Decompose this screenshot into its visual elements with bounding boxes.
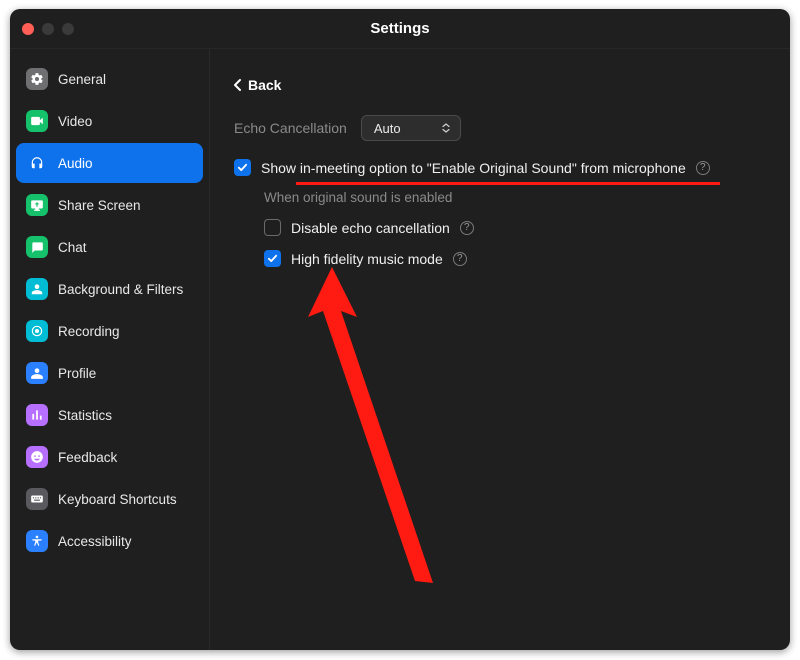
recording-icon	[26, 320, 48, 342]
gear-icon	[26, 68, 48, 90]
sidebar-item-label: Profile	[58, 366, 96, 381]
sidebar-item-chat[interactable]: Chat	[16, 227, 203, 267]
sidebar-item-label: Recording	[58, 324, 120, 339]
hifi-music-row: High fidelity music mode ?	[264, 250, 766, 267]
profile-icon	[26, 362, 48, 384]
chat-icon	[26, 236, 48, 258]
sidebar-item-label: Accessibility	[58, 534, 132, 549]
sidebar-item-accessibility[interactable]: Accessibility	[16, 521, 203, 561]
video-icon	[26, 110, 48, 132]
sidebar: General Video Audio Share Screen Chat Backgro…	[10, 49, 210, 650]
sidebar-item-background-filters[interactable]: Background & Filters	[16, 269, 203, 309]
background-icon	[26, 278, 48, 300]
disable-echo-row: Disable echo cancellation ?	[264, 219, 766, 236]
sidebar-item-profile[interactable]: Profile	[16, 353, 203, 393]
show-original-sound-checkbox[interactable]	[234, 159, 251, 176]
window-controls	[22, 23, 74, 35]
help-icon[interactable]: ?	[696, 161, 710, 175]
sidebar-item-label: Audio	[58, 156, 93, 171]
keyboard-icon	[26, 488, 48, 510]
sidebar-item-label: Feedback	[58, 450, 117, 465]
sidebar-item-share-screen[interactable]: Share Screen	[16, 185, 203, 225]
echo-cancellation-label: Echo Cancellation	[234, 120, 347, 136]
main-panel: Back Echo Cancellation Auto Show in-meet…	[210, 49, 790, 650]
back-label: Back	[248, 77, 281, 93]
disable-echo-label: Disable echo cancellation	[291, 220, 450, 236]
sidebar-item-label: Background & Filters	[58, 282, 183, 297]
sidebar-item-general[interactable]: General	[16, 59, 203, 99]
hifi-music-checkbox[interactable]	[264, 250, 281, 267]
settings-window: Settings General Video Audio Share Screen Ch…	[10, 9, 790, 650]
accessibility-icon	[26, 530, 48, 552]
echo-cancellation-value: Auto	[374, 121, 401, 136]
headphones-icon	[26, 152, 48, 174]
chevron-updown-icon	[440, 122, 452, 134]
maximize-window-button[interactable]	[62, 23, 74, 35]
check-icon	[267, 253, 278, 264]
back-button[interactable]: Back	[234, 77, 281, 93]
close-window-button[interactable]	[22, 23, 34, 35]
sidebar-item-label: General	[58, 72, 106, 87]
sidebar-item-audio[interactable]: Audio	[16, 143, 203, 183]
sidebar-item-recording[interactable]: Recording	[16, 311, 203, 351]
show-original-sound-label: Show in-meeting option to "Enable Origin…	[261, 160, 686, 176]
minimize-window-button[interactable]	[42, 23, 54, 35]
sidebar-item-label: Chat	[58, 240, 87, 255]
sidebar-item-label: Video	[58, 114, 92, 129]
window-title: Settings	[370, 20, 429, 37]
titlebar: Settings	[10, 9, 790, 49]
sidebar-item-feedback[interactable]: Feedback	[16, 437, 203, 477]
help-icon[interactable]: ?	[460, 221, 474, 235]
hifi-music-label: High fidelity music mode	[291, 251, 443, 267]
sidebar-item-video[interactable]: Video	[16, 101, 203, 141]
echo-cancellation-row: Echo Cancellation Auto	[234, 115, 766, 141]
echo-cancellation-select[interactable]: Auto	[361, 115, 461, 141]
help-icon[interactable]: ?	[453, 252, 467, 266]
show-original-sound-row: Show in-meeting option to "Enable Origin…	[234, 159, 766, 176]
content-area: General Video Audio Share Screen Chat Backgro…	[10, 49, 790, 650]
check-icon	[237, 162, 248, 173]
feedback-icon	[26, 446, 48, 468]
chevron-left-icon	[234, 79, 242, 91]
statistics-icon	[26, 404, 48, 426]
original-sound-subhead: When original sound is enabled	[264, 190, 766, 205]
share-screen-icon	[26, 194, 48, 216]
annotation-underline	[296, 182, 720, 185]
sidebar-item-statistics[interactable]: Statistics	[16, 395, 203, 435]
sidebar-item-label: Keyboard Shortcuts	[58, 492, 177, 507]
sidebar-item-label: Share Screen	[58, 198, 141, 213]
sidebar-item-keyboard-shortcuts[interactable]: Keyboard Shortcuts	[16, 479, 203, 519]
sidebar-item-label: Statistics	[58, 408, 112, 423]
disable-echo-checkbox[interactable]	[264, 219, 281, 236]
